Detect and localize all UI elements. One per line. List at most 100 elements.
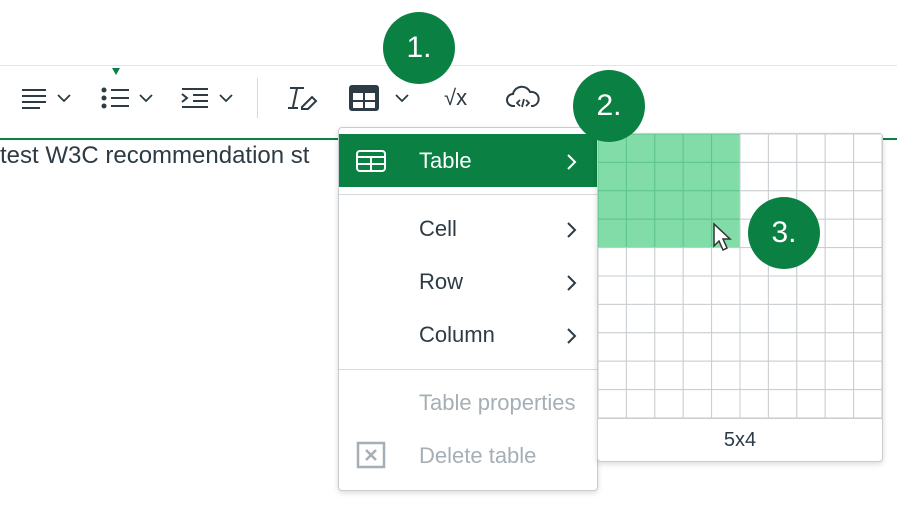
grid-cell-selected[interactable] xyxy=(598,161,627,192)
grid-cell-selected[interactable] xyxy=(711,190,741,220)
equation-button[interactable]: √x xyxy=(444,80,467,116)
grid-cell[interactable] xyxy=(739,360,769,391)
grid-cell[interactable] xyxy=(853,275,882,305)
table-size-grid[interactable] xyxy=(598,134,882,418)
grid-cell[interactable] xyxy=(824,389,855,418)
grid-cell-selected[interactable] xyxy=(682,161,713,192)
grid-cell-selected[interactable] xyxy=(654,134,684,163)
grid-cell[interactable] xyxy=(767,161,798,192)
grid-cell[interactable] xyxy=(824,303,855,334)
grid-cell[interactable] xyxy=(625,389,656,418)
editor-content[interactable]: test W3C recommendation st xyxy=(0,142,309,170)
indent-dropdown-button[interactable] xyxy=(180,80,234,116)
grid-cell[interactable] xyxy=(824,161,855,192)
grid-cell[interactable] xyxy=(625,247,656,277)
grid-cell-selected[interactable] xyxy=(625,190,656,220)
grid-cell-selected[interactable] xyxy=(598,190,627,220)
grid-cell[interactable] xyxy=(598,275,627,305)
grid-cell[interactable] xyxy=(598,303,627,334)
grid-cell[interactable] xyxy=(767,275,798,305)
grid-cell[interactable] xyxy=(853,247,882,277)
grid-cell[interactable] xyxy=(796,389,826,418)
grid-cell-selected[interactable] xyxy=(654,161,684,192)
menu-item-table-properties[interactable]: Table properties xyxy=(339,376,597,429)
grid-cell[interactable] xyxy=(598,389,627,418)
grid-cell[interactable] xyxy=(654,360,684,391)
menu-item-delete-table[interactable]: Delete table xyxy=(339,429,597,482)
grid-cell[interactable] xyxy=(654,389,684,418)
grid-cell[interactable] xyxy=(796,360,826,391)
menu-item-table[interactable]: Table xyxy=(339,134,597,187)
menu-item-cell[interactable]: Cell xyxy=(339,202,597,255)
grid-cell[interactable] xyxy=(654,332,684,362)
grid-cell[interactable] xyxy=(654,275,684,305)
grid-cell[interactable] xyxy=(682,360,713,391)
grid-cell[interactable] xyxy=(824,360,855,391)
grid-cell[interactable] xyxy=(824,275,855,305)
grid-cell[interactable] xyxy=(824,247,855,277)
grid-cell[interactable] xyxy=(682,389,713,418)
grid-cell[interactable] xyxy=(853,332,882,362)
grid-cell[interactable] xyxy=(853,134,882,163)
grid-cell[interactable] xyxy=(598,360,627,391)
menu-item-column[interactable]: Column xyxy=(339,308,597,361)
grid-cell[interactable] xyxy=(682,332,713,362)
grid-cell[interactable] xyxy=(796,303,826,334)
grid-cell-selected[interactable] xyxy=(625,161,656,192)
grid-cell[interactable] xyxy=(711,360,741,391)
grid-cell[interactable] xyxy=(625,360,656,391)
grid-cell[interactable] xyxy=(598,332,627,362)
grid-cell-selected[interactable] xyxy=(654,218,684,249)
grid-cell[interactable] xyxy=(796,134,826,163)
grid-cell[interactable] xyxy=(654,247,684,277)
grid-cell[interactable] xyxy=(625,332,656,362)
clear-formatting-button[interactable] xyxy=(286,80,318,116)
grid-cell[interactable] xyxy=(598,247,627,277)
grid-cell-selected[interactable] xyxy=(625,134,656,163)
grid-cell[interactable] xyxy=(711,389,741,418)
grid-cell[interactable] xyxy=(682,247,713,277)
grid-cell-selected[interactable] xyxy=(625,218,656,249)
grid-cell[interactable] xyxy=(853,161,882,192)
grid-cell-selected[interactable] xyxy=(682,190,713,220)
grid-cell-selected[interactable] xyxy=(682,218,713,249)
grid-cell[interactable] xyxy=(853,303,882,334)
bullet-list-dropdown-button[interactable] xyxy=(100,80,154,116)
grid-cell-selected[interactable] xyxy=(598,218,627,249)
grid-cell[interactable] xyxy=(796,275,826,305)
grid-cell[interactable] xyxy=(767,303,798,334)
grid-cell[interactable] xyxy=(625,303,656,334)
grid-cell[interactable] xyxy=(682,303,713,334)
grid-cell[interactable] xyxy=(739,332,769,362)
menu-item-row[interactable]: Row xyxy=(339,255,597,308)
grid-cell[interactable] xyxy=(739,134,769,163)
grid-cell[interactable] xyxy=(767,332,798,362)
grid-cell[interactable] xyxy=(767,360,798,391)
grid-cell[interactable] xyxy=(853,190,882,220)
align-dropdown-button[interactable] xyxy=(20,80,72,116)
grid-cell[interactable] xyxy=(625,275,656,305)
grid-cell[interactable] xyxy=(739,275,769,305)
grid-cell[interactable] xyxy=(711,275,741,305)
grid-cell[interactable] xyxy=(824,134,855,163)
cloud-embed-button[interactable] xyxy=(506,80,540,116)
grid-cell-selected[interactable] xyxy=(711,161,741,192)
grid-cell-selected[interactable] xyxy=(682,134,713,163)
grid-cell[interactable] xyxy=(824,190,855,220)
grid-cell[interactable] xyxy=(853,389,882,418)
grid-cell[interactable] xyxy=(739,303,769,334)
grid-cell[interactable] xyxy=(824,218,855,249)
grid-cell[interactable] xyxy=(796,332,826,362)
grid-cell-selected[interactable] xyxy=(654,190,684,220)
grid-cell[interactable] xyxy=(682,275,713,305)
grid-cell[interactable] xyxy=(739,161,769,192)
grid-cell-selected[interactable] xyxy=(711,134,741,163)
grid-cell[interactable] xyxy=(767,389,798,418)
grid-cell[interactable] xyxy=(767,134,798,163)
grid-cell[interactable] xyxy=(796,161,826,192)
grid-cell[interactable] xyxy=(853,218,882,249)
grid-cell[interactable] xyxy=(711,303,741,334)
table-dropdown-button[interactable] xyxy=(348,80,410,116)
grid-cell[interactable] xyxy=(853,360,882,391)
grid-cell[interactable] xyxy=(739,389,769,418)
